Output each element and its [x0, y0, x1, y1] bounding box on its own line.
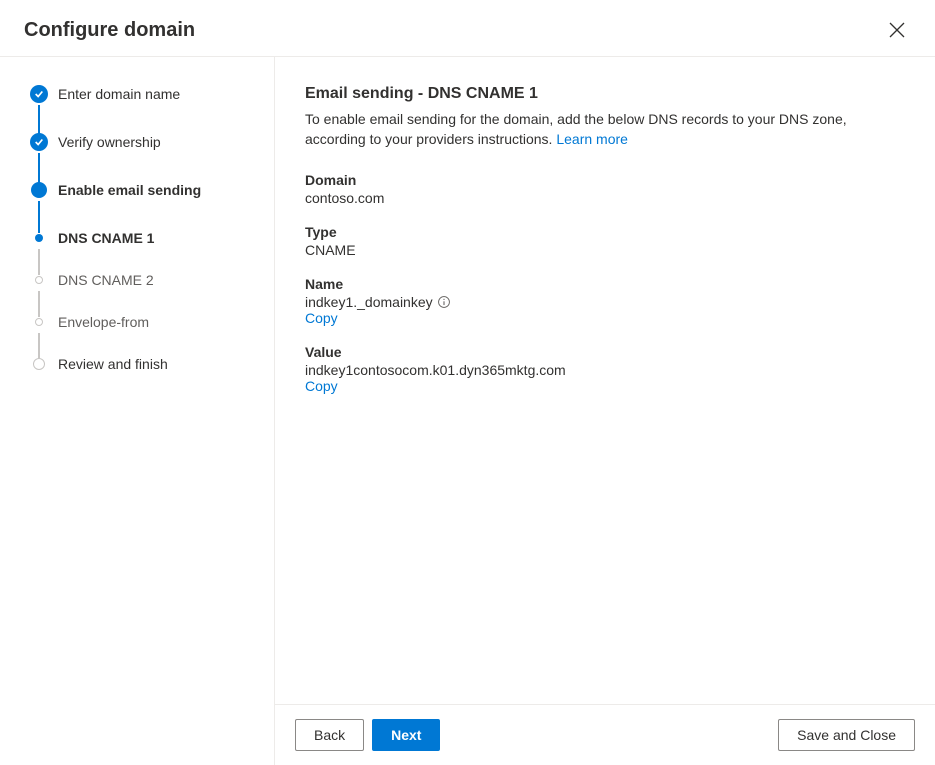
close-button[interactable]: [883, 16, 911, 44]
step-envelope-from[interactable]: Envelope-from: [30, 313, 254, 355]
content-description: To enable email sending for the domain, …: [305, 109, 905, 150]
footer-secondary-actions: Save and Close: [778, 719, 915, 751]
step-enter-domain[interactable]: Enter domain name: [30, 85, 254, 133]
checkmark-icon: [30, 133, 48, 151]
content-heading: Email sending - DNS CNAME 1: [305, 85, 905, 103]
step-label: Enter domain name: [58, 85, 254, 103]
field-label: Value: [305, 344, 905, 360]
field-label: Type: [305, 224, 905, 240]
learn-more-link[interactable]: Learn more: [556, 131, 628, 147]
step-label: Envelope-from: [58, 313, 254, 331]
field-name: Name indkey1._domainkey Copy: [305, 276, 905, 326]
step-verify-ownership[interactable]: Verify ownership: [30, 133, 254, 181]
step-label: DNS CNAME 2: [58, 271, 254, 289]
step-label: Review and finish: [58, 355, 254, 373]
content-area: Email sending - DNS CNAME 1 To enable em…: [275, 57, 935, 704]
field-value: indkey1._domainkey: [305, 294, 433, 310]
field-value: contoso.com: [305, 190, 905, 206]
dialog-body: Enter domain name Verify ownership Enabl…: [0, 57, 935, 765]
substep-pending-icon: [35, 318, 43, 326]
current-step-icon: [31, 182, 47, 198]
wizard-steps: Enter domain name Verify ownership Enabl…: [0, 57, 275, 765]
step-dns-cname-2[interactable]: DNS CNAME 2: [30, 271, 254, 313]
save-close-button[interactable]: Save and Close: [778, 719, 915, 751]
back-button[interactable]: Back: [295, 719, 364, 751]
field-value-row: indkey1._domainkey: [305, 294, 905, 310]
next-button[interactable]: Next: [372, 719, 440, 751]
dialog-title: Configure domain: [24, 19, 195, 42]
footer-primary-actions: Back Next: [295, 719, 440, 751]
copy-name-link[interactable]: Copy: [305, 310, 905, 326]
close-icon: [889, 22, 905, 38]
step-pending-icon: [33, 358, 45, 370]
field-type: Type CNAME: [305, 224, 905, 258]
step-dns-cname-1[interactable]: DNS CNAME 1: [30, 229, 254, 271]
step-label: DNS CNAME 1: [58, 229, 254, 247]
field-value: CNAME: [305, 242, 905, 258]
checkmark-icon: [30, 85, 48, 103]
field-label: Domain: [305, 172, 905, 188]
copy-value-link[interactable]: Copy: [305, 378, 905, 394]
step-enable-email[interactable]: Enable email sending: [30, 181, 254, 229]
step-review-finish[interactable]: Review and finish: [30, 355, 254, 403]
field-domain: Domain contoso.com: [305, 172, 905, 206]
step-label: Verify ownership: [58, 133, 254, 151]
dialog-header: Configure domain: [0, 0, 935, 57]
substep-pending-icon: [35, 276, 43, 284]
field-value-record: Value indkey1contosocom.k01.dyn365mktg.c…: [305, 344, 905, 394]
main-panel: Email sending - DNS CNAME 1 To enable em…: [275, 57, 935, 765]
step-label: Enable email sending: [58, 181, 254, 199]
dialog-footer: Back Next Save and Close: [275, 704, 935, 765]
substep-current-icon: [35, 234, 43, 242]
field-value: indkey1contosocom.k01.dyn365mktg.com: [305, 362, 905, 378]
field-label: Name: [305, 276, 905, 292]
info-icon[interactable]: [437, 295, 451, 309]
